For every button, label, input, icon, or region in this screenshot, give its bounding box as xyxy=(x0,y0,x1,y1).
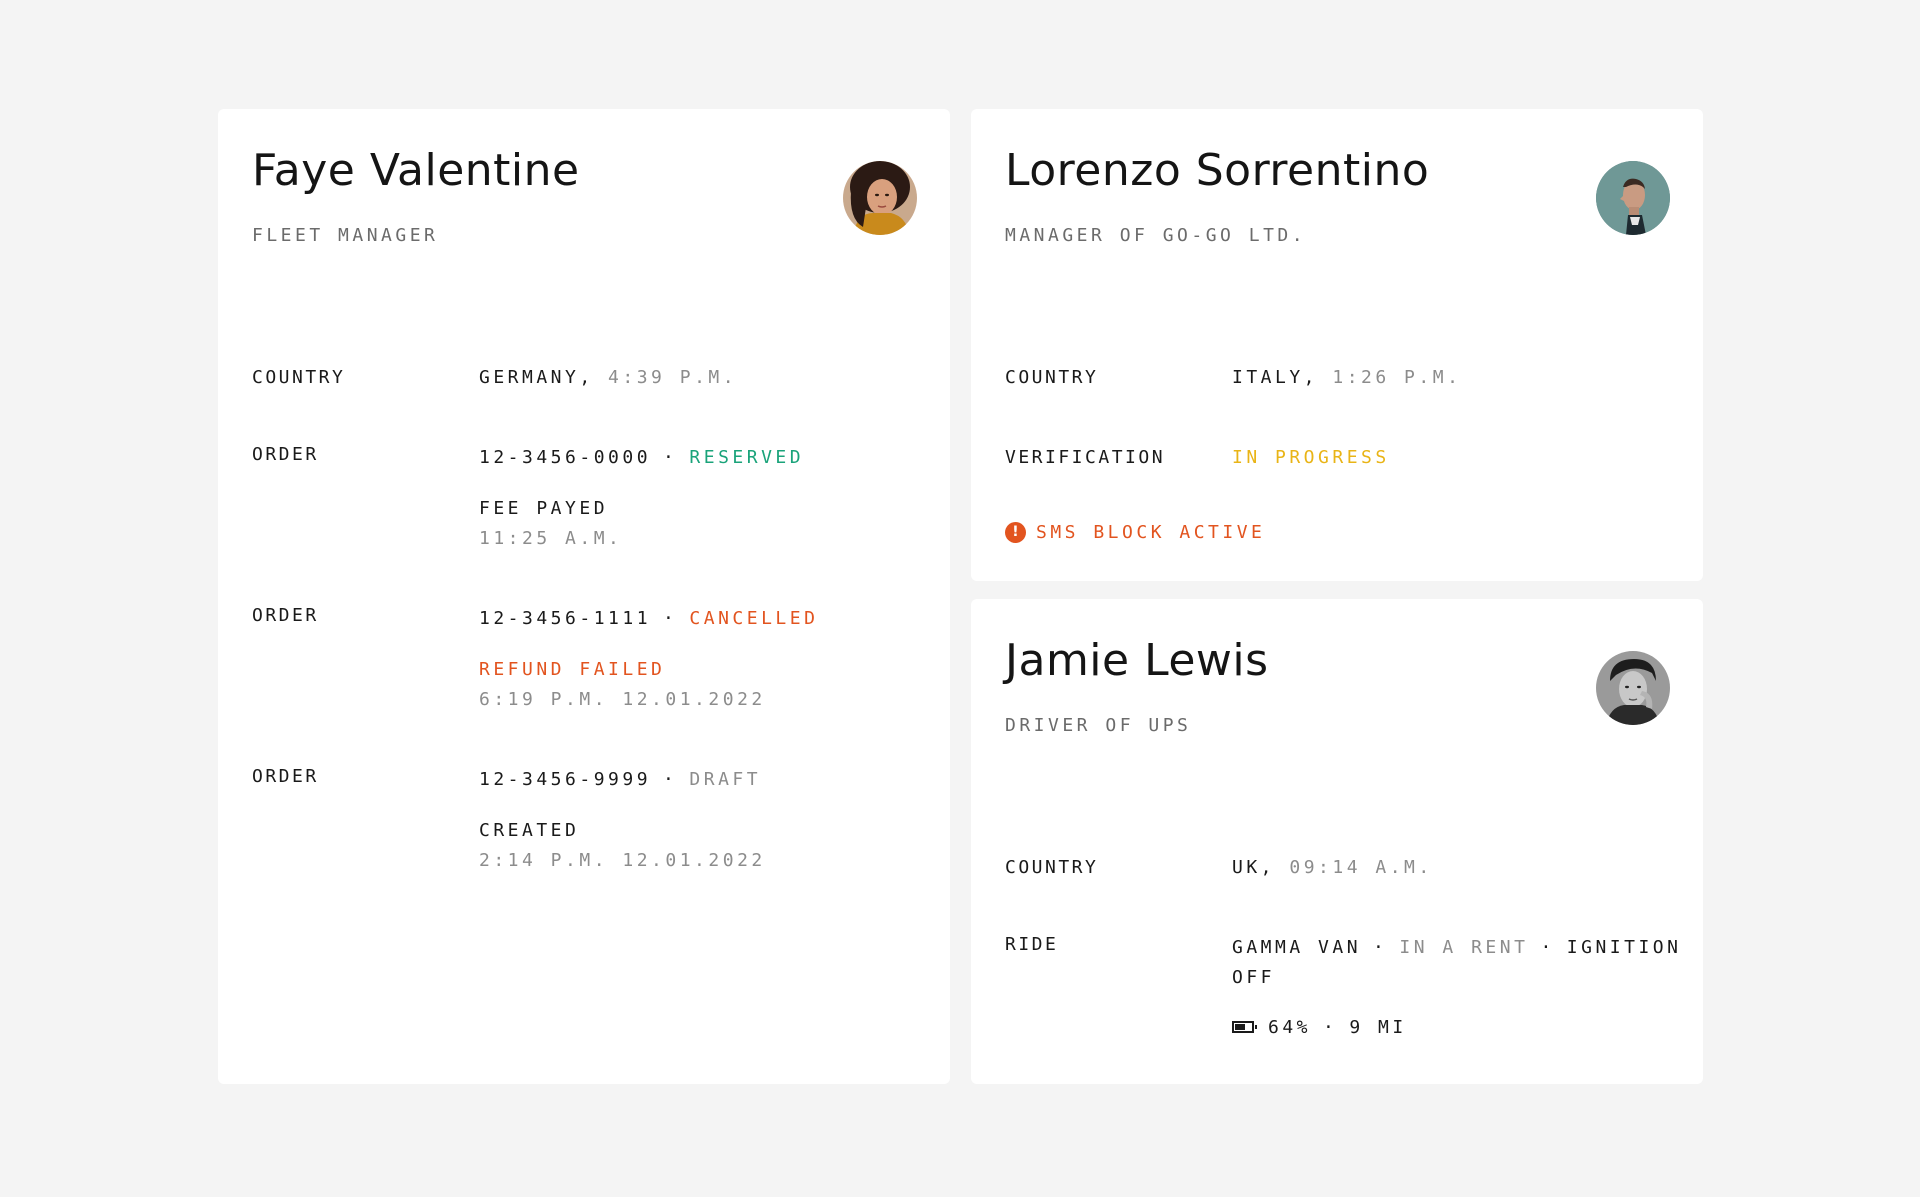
profile-card-jamie: Jamie Lewis DRIVER OF UPS COUNTRY UK, 09… xyxy=(971,599,1703,1084)
country-label: COUNTRY xyxy=(1005,367,1099,388)
avatar-photo-man-bw xyxy=(1596,651,1670,725)
country-label: COUNTRY xyxy=(252,367,346,388)
vehicle-name[interactable]: GAMMA VAN xyxy=(1232,937,1361,958)
country-value: UK, 09:14 A.M. xyxy=(1232,857,1433,878)
range-miles: 9 MI xyxy=(1349,1017,1407,1038)
ignition-status: IGNITION xyxy=(1566,937,1682,958)
avatar[interactable] xyxy=(843,161,917,235)
country-name: ITALY, xyxy=(1232,367,1319,388)
order-time: 2:14 P.M. 12.01.2022 xyxy=(479,850,766,871)
order-status-badge: DRAFT xyxy=(689,769,762,790)
avatar[interactable] xyxy=(1596,651,1670,725)
profile-name: Jamie Lewis xyxy=(1005,635,1269,686)
verification-status: IN PROGRESS xyxy=(1232,447,1390,468)
separator-dot: · xyxy=(663,608,678,629)
country-value: GERMANY, 4:39 P.M. xyxy=(479,367,737,388)
order-detail: FEE PAYED xyxy=(479,498,609,519)
avatar-photo-man-profile xyxy=(1596,161,1670,235)
ride-label: RIDE xyxy=(1005,934,1059,955)
battery-level-fill xyxy=(1235,1023,1245,1030)
battery-percent: 64% xyxy=(1268,1017,1312,1038)
profile-card-lorenzo: Lorenzo Sorrentino MANAGER OF GO-GO LTD.… xyxy=(971,109,1703,581)
order-label: ORDER xyxy=(252,766,319,787)
profile-role: DRIVER OF UPS xyxy=(1005,715,1192,736)
sms-block-alert: ! SMS BLOCK ACTIVE xyxy=(1005,522,1265,543)
ignition-status-cont: OFF xyxy=(1232,967,1276,988)
battery-line: 64% · 9 MI xyxy=(1232,1017,1407,1038)
order-time: 6:19 P.M. 12.01.2022 xyxy=(479,689,766,710)
country-name: GERMANY, xyxy=(479,367,594,388)
avatar-photo-woman xyxy=(843,161,917,235)
separator-dot: · xyxy=(1540,937,1555,958)
separator-dot: · xyxy=(1323,1017,1338,1038)
profile-card-faye: Faye Valentine FLEET MANAGER COUNTRY GER… xyxy=(218,109,950,1084)
battery-icon xyxy=(1232,1020,1257,1033)
ride-line: GAMMA VAN · IN A RENT · IGNITION xyxy=(1232,937,1681,958)
order-status-badge: CANCELLED xyxy=(689,608,819,629)
separator-dot: · xyxy=(1373,937,1388,958)
alert-text: SMS BLOCK ACTIVE xyxy=(1036,522,1266,543)
order-number[interactable]: 12-3456-1111 xyxy=(479,608,651,629)
order-status-badge: RESERVED xyxy=(689,447,805,468)
country-name: UK, xyxy=(1232,857,1276,878)
profile-name: Faye Valentine xyxy=(252,145,580,196)
profile-role: FLEET MANAGER xyxy=(252,225,439,246)
order-label: ORDER xyxy=(252,605,319,626)
verification-label: VERIFICATION xyxy=(1005,447,1166,468)
rent-status: IN A RENT xyxy=(1399,937,1529,958)
order-number[interactable]: 12-3456-9999 xyxy=(479,769,651,790)
separator-dot: · xyxy=(663,447,678,468)
local-time: 1:26 P.M. xyxy=(1332,367,1462,388)
order-line: 12-3456-0000 · RESERVED xyxy=(479,447,804,468)
country-value: ITALY, 1:26 P.M. xyxy=(1232,367,1461,388)
alert-icon: ! xyxy=(1005,522,1026,543)
country-label: COUNTRY xyxy=(1005,857,1099,878)
order-line: 12-3456-1111 · CANCELLED xyxy=(479,608,818,629)
local-time: 4:39 P.M. xyxy=(608,367,738,388)
order-detail: CREATED xyxy=(479,820,580,841)
order-detail: REFUND FAILED xyxy=(479,659,666,680)
order-time: 11:25 A.M. xyxy=(479,528,623,549)
order-line: 12-3456-9999 · DRAFT xyxy=(479,769,761,790)
order-number[interactable]: 12-3456-0000 xyxy=(479,447,651,468)
profile-name: Lorenzo Sorrentino xyxy=(1005,145,1430,196)
profile-role: MANAGER OF GO-GO LTD. xyxy=(1005,225,1307,246)
separator-dot: · xyxy=(663,769,678,790)
order-label: ORDER xyxy=(252,444,319,465)
avatar[interactable] xyxy=(1596,161,1670,235)
local-time: 09:14 A.M. xyxy=(1289,857,1433,878)
